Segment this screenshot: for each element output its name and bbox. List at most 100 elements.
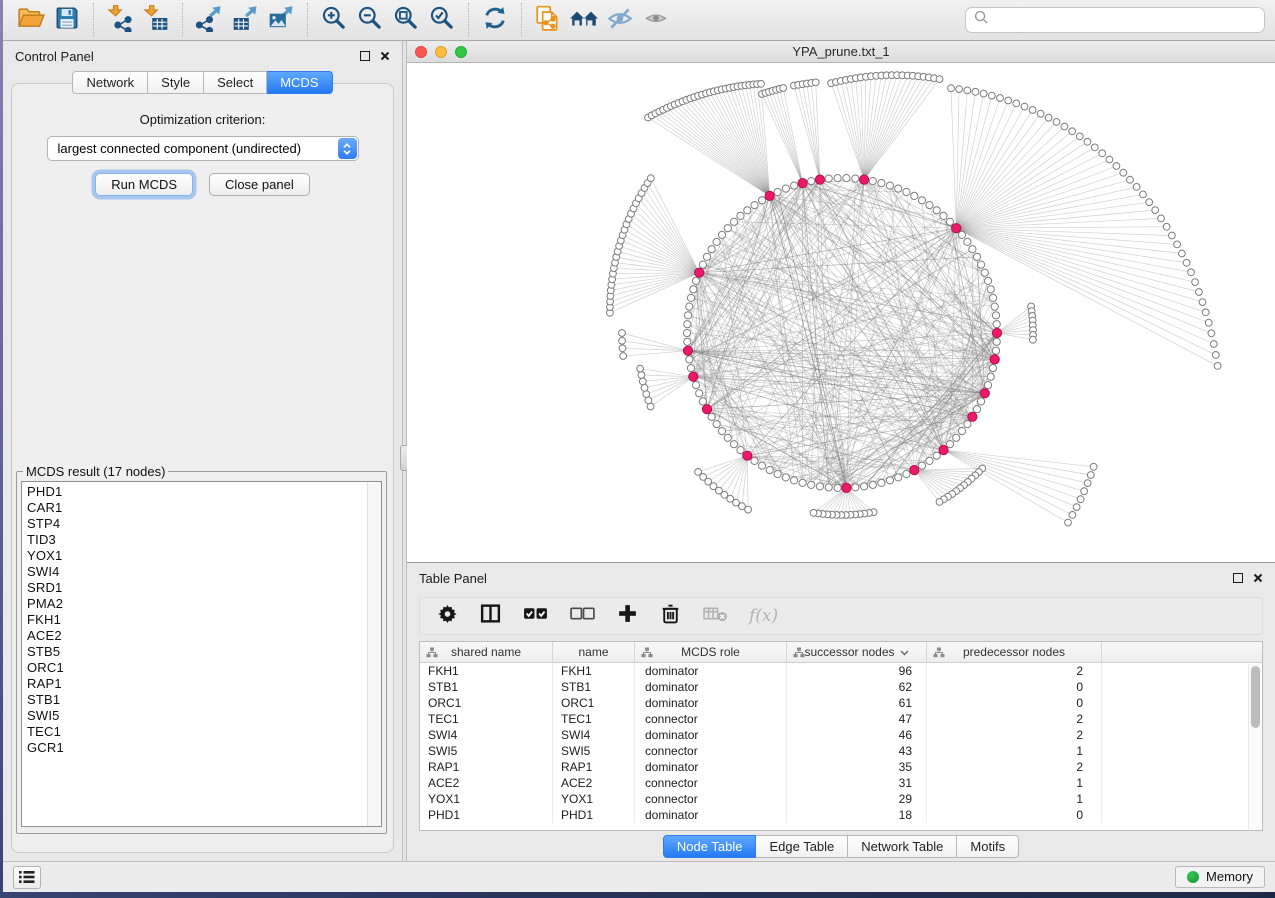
tab-style[interactable]: Style [148,71,204,94]
show-graphics-details-icon [642,5,670,36]
mcds-result-item[interactable]: SRD1 [27,580,381,596]
close-table-panel-icon[interactable] [1253,573,1263,583]
select-all-icon[interactable] [522,602,549,630]
search-field[interactable] [965,7,1265,33]
tab-motifs[interactable]: Motifs [957,835,1019,858]
deselect-all-icon[interactable] [569,602,596,630]
tab-node-table[interactable]: Node Table [663,835,757,858]
mcds-result-item[interactable]: CAR1 [27,500,381,516]
result-list-scrollbar[interactable] [367,482,381,826]
table-scrollbar-thumb[interactable] [1251,666,1260,728]
hide-graphics-details-button[interactable] [602,3,638,37]
table-row[interactable]: SWI5SWI5connector431 [420,743,1262,759]
export-image-button[interactable] [263,3,299,37]
table-row[interactable]: ORC1ORC1dominator610 [420,695,1262,711]
refresh-icon [481,4,509,37]
cell-successors: 18 [787,807,927,823]
zoom-in-button[interactable] [316,3,352,37]
import-network-button[interactable] [102,3,138,37]
network-canvas[interactable] [407,63,1275,562]
criterion-select[interactable]: largest connected component (undirected) [47,136,359,161]
float-table-panel-icon[interactable] [1233,573,1243,583]
table-row[interactable]: ACE2ACE2connector311 [420,775,1262,791]
table-tabs: Node TableEdge TableNetwork TableMotifs [663,835,1019,858]
zoom-out-button[interactable] [352,3,388,37]
tab-network[interactable]: Network [72,71,148,94]
column-label: name [578,645,608,659]
table-scrollbar[interactable] [1248,664,1262,830]
memory-button[interactable]: Memory [1175,866,1265,888]
show-graphics-details-button[interactable] [638,3,674,37]
column-header-shared-name[interactable]: shared name [420,642,553,662]
column-type-icon [641,647,653,661]
refresh-button[interactable] [477,3,513,37]
clone-network-button[interactable] [530,3,566,37]
search-input[interactable] [995,13,1256,28]
column-type-icon [426,647,438,661]
export-table-button[interactable] [227,3,263,37]
export-network-button[interactable] [191,3,227,37]
add-icon[interactable] [616,602,639,630]
table-row[interactable]: STB1STB1dominator620 [420,679,1262,695]
column-header-predecessor-nodes[interactable]: predecessor nodes [927,642,1102,662]
mcds-result-item[interactable]: SWI4 [27,564,381,580]
table-row[interactable]: YOX1YOX1connector291 [420,791,1262,807]
zoom-in-icon [320,4,348,37]
column-header-successor-nodes[interactable]: successor nodes [787,642,927,662]
cell-shared_name: TEC1 [420,711,553,727]
network-view-window: YPA_prune.txt_1 [407,41,1275,563]
network-window-titlebar[interactable]: YPA_prune.txt_1 [407,41,1275,63]
table-row[interactable]: PHD1PHD1dominator180 [420,807,1262,823]
mcds-result-item[interactable]: PMA2 [27,596,381,612]
close-panel-button[interactable]: Close panel [209,173,310,196]
mcds-result-item[interactable]: YOX1 [27,548,381,564]
table-header-row: shared name name MCDS role successor nodes p… [420,642,1262,663]
mcds-result-item[interactable]: STB5 [27,644,381,660]
mcds-result-item[interactable]: RAP1 [27,676,381,692]
delete-icon[interactable] [659,602,682,630]
cell-name: ORC1 [553,695,635,711]
mcds-result-list[interactable]: PHD1CAR1STP4TID3YOX1SWI4SRD1PMA2FKH1ACE2… [21,481,382,827]
tab-select[interactable]: Select [204,71,267,94]
zoom-selected-button[interactable] [424,3,460,37]
tab-network-table[interactable]: Network Table [848,835,957,858]
mcds-result-item[interactable]: SWI5 [27,708,381,724]
task-history-button[interactable] [13,866,41,889]
tab-mcds[interactable]: MCDS [267,71,332,94]
network-graph[interactable] [407,63,1275,562]
mcds-result-item[interactable]: FKH1 [27,612,381,628]
mcds-result-item[interactable]: STB1 [27,692,381,708]
run-mcds-button[interactable]: Run MCDS [95,173,193,196]
cell-shared_name: FKH1 [420,663,553,679]
column-header-name[interactable]: name [553,642,635,662]
delete-table-icon [702,602,729,630]
column-header-MCDS-role[interactable]: MCDS role [635,642,787,662]
cell-shared_name: YOX1 [420,791,553,807]
import-table-button[interactable] [138,3,174,37]
control-panel: Control Panel NetworkStyleSelectMCDS Opt… [3,41,402,861]
table-row[interactable]: TEC1TEC1connector472 [420,711,1262,727]
mcds-result-item[interactable]: PHD1 [27,484,381,500]
show-all-windows-button[interactable] [566,3,602,37]
table-row[interactable]: FKH1FKH1dominator962 [420,663,1262,679]
mcds-result-item[interactable]: TID3 [27,532,381,548]
table-row[interactable]: RAP1RAP1dominator352 [420,759,1262,775]
zoom-fit-button[interactable] [388,3,424,37]
tab-edge-table[interactable]: Edge Table [756,835,848,858]
network-title: YPA_prune.txt_1 [407,44,1275,59]
open-file-button[interactable] [13,3,49,37]
column-label: successor nodes [804,645,894,659]
mcds-result-item[interactable]: STP4 [27,516,381,532]
save-session-button[interactable] [49,3,85,37]
mcds-result-item[interactable]: ORC1 [27,660,381,676]
gear-icon[interactable] [436,602,459,630]
columns-icon[interactable] [479,602,502,630]
close-panel-icon[interactable] [380,51,390,61]
zoom-out-icon [356,4,384,37]
float-panel-icon[interactable] [360,51,370,61]
table-row[interactable]: SWI4SWI4dominator462 [420,727,1262,743]
column-type-icon [793,647,805,661]
mcds-result-item[interactable]: ACE2 [27,628,381,644]
mcds-result-item[interactable]: TEC1 [27,724,381,740]
mcds-result-item[interactable]: GCR1 [27,740,381,756]
